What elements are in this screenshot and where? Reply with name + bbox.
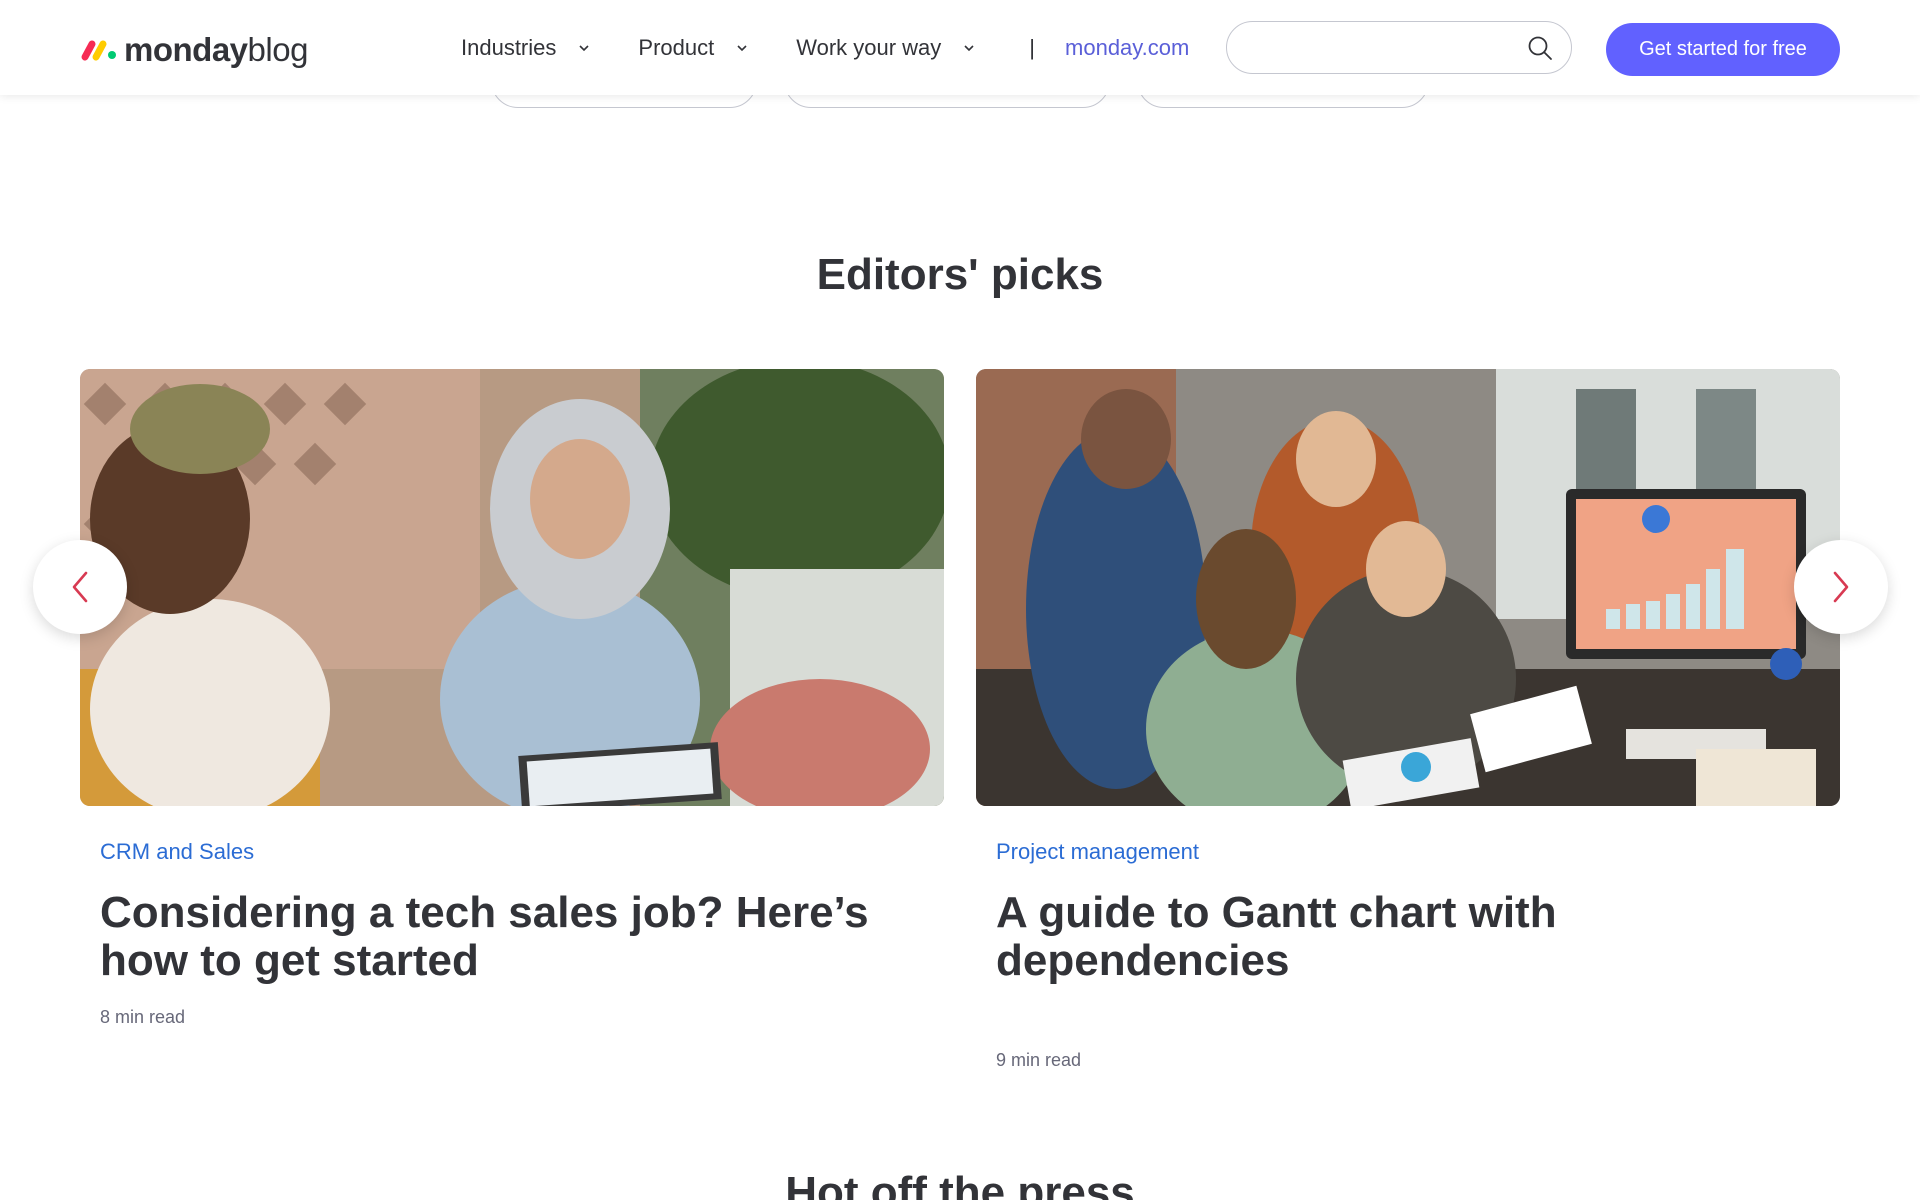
article-title[interactable]: Considering a tech sales job? Here’s how… (100, 889, 924, 985)
nav-industries[interactable]: Industries (461, 35, 590, 61)
article-category[interactable]: CRM and Sales (100, 839, 924, 865)
monday-com-link[interactable]: monday.com (1065, 35, 1189, 61)
article-body: CRM and Sales Considering a tech sales j… (80, 839, 944, 1028)
nav-separator: | (1029, 34, 1036, 60)
get-started-button[interactable]: Get started for free (1606, 23, 1840, 76)
article-photo-team-at-computer (976, 369, 1840, 806)
logo[interactable]: mondayblog (80, 30, 308, 70)
chevron-right-icon (1833, 571, 1849, 603)
chevron-down-icon (579, 44, 589, 51)
search-icon[interactable] (1527, 35, 1553, 61)
article-card: CRM and Sales Considering a tech sales j… (80, 369, 944, 1028)
nav-product[interactable]: Product (638, 35, 748, 61)
carousel-prev-button[interactable] (33, 540, 127, 634)
chevron-down-icon (737, 44, 747, 51)
article-read-time: 8 min read (100, 1007, 186, 1027)
article-category[interactable]: Project management (996, 839, 1820, 865)
article-body: Project management A guide to Gantt char… (976, 839, 1840, 1071)
search-box (1226, 21, 1572, 74)
nav-work-your-way[interactable]: Work your way (796, 35, 975, 61)
chevron-left-icon (72, 571, 88, 603)
article-photo-two-women (80, 369, 944, 806)
article-image[interactable] (80, 369, 944, 806)
editors-picks-title: Editors' picks (816, 250, 1104, 299)
nav-work-your-way-label: Work your way (796, 34, 942, 60)
main-nav: Industries Product Work your way | monda… (461, 0, 1189, 95)
article-image[interactable] (976, 369, 1840, 806)
nav-industries-label: Industries (461, 34, 557, 60)
article-title[interactable]: A guide to Gantt chart with dependencies (996, 889, 1820, 985)
article-read-time: 9 min read (996, 1050, 1082, 1070)
nav-product-label: Product (638, 34, 715, 60)
article-card: Project management A guide to Gantt char… (976, 369, 1840, 1071)
logo-text: mondayblog (124, 31, 308, 68)
chevron-down-icon (964, 44, 974, 51)
page: Task management monday app developers Pr… (0, 0, 1920, 1200)
hot-off-the-press-title: Hot off the press (785, 1168, 1135, 1200)
search-input[interactable] (1249, 30, 1509, 66)
carousel-next-button[interactable] (1794, 540, 1888, 634)
monday-logo-mark-icon (81, 40, 116, 61)
site-header: mondayblog Industries Product Work your … (0, 0, 1920, 95)
